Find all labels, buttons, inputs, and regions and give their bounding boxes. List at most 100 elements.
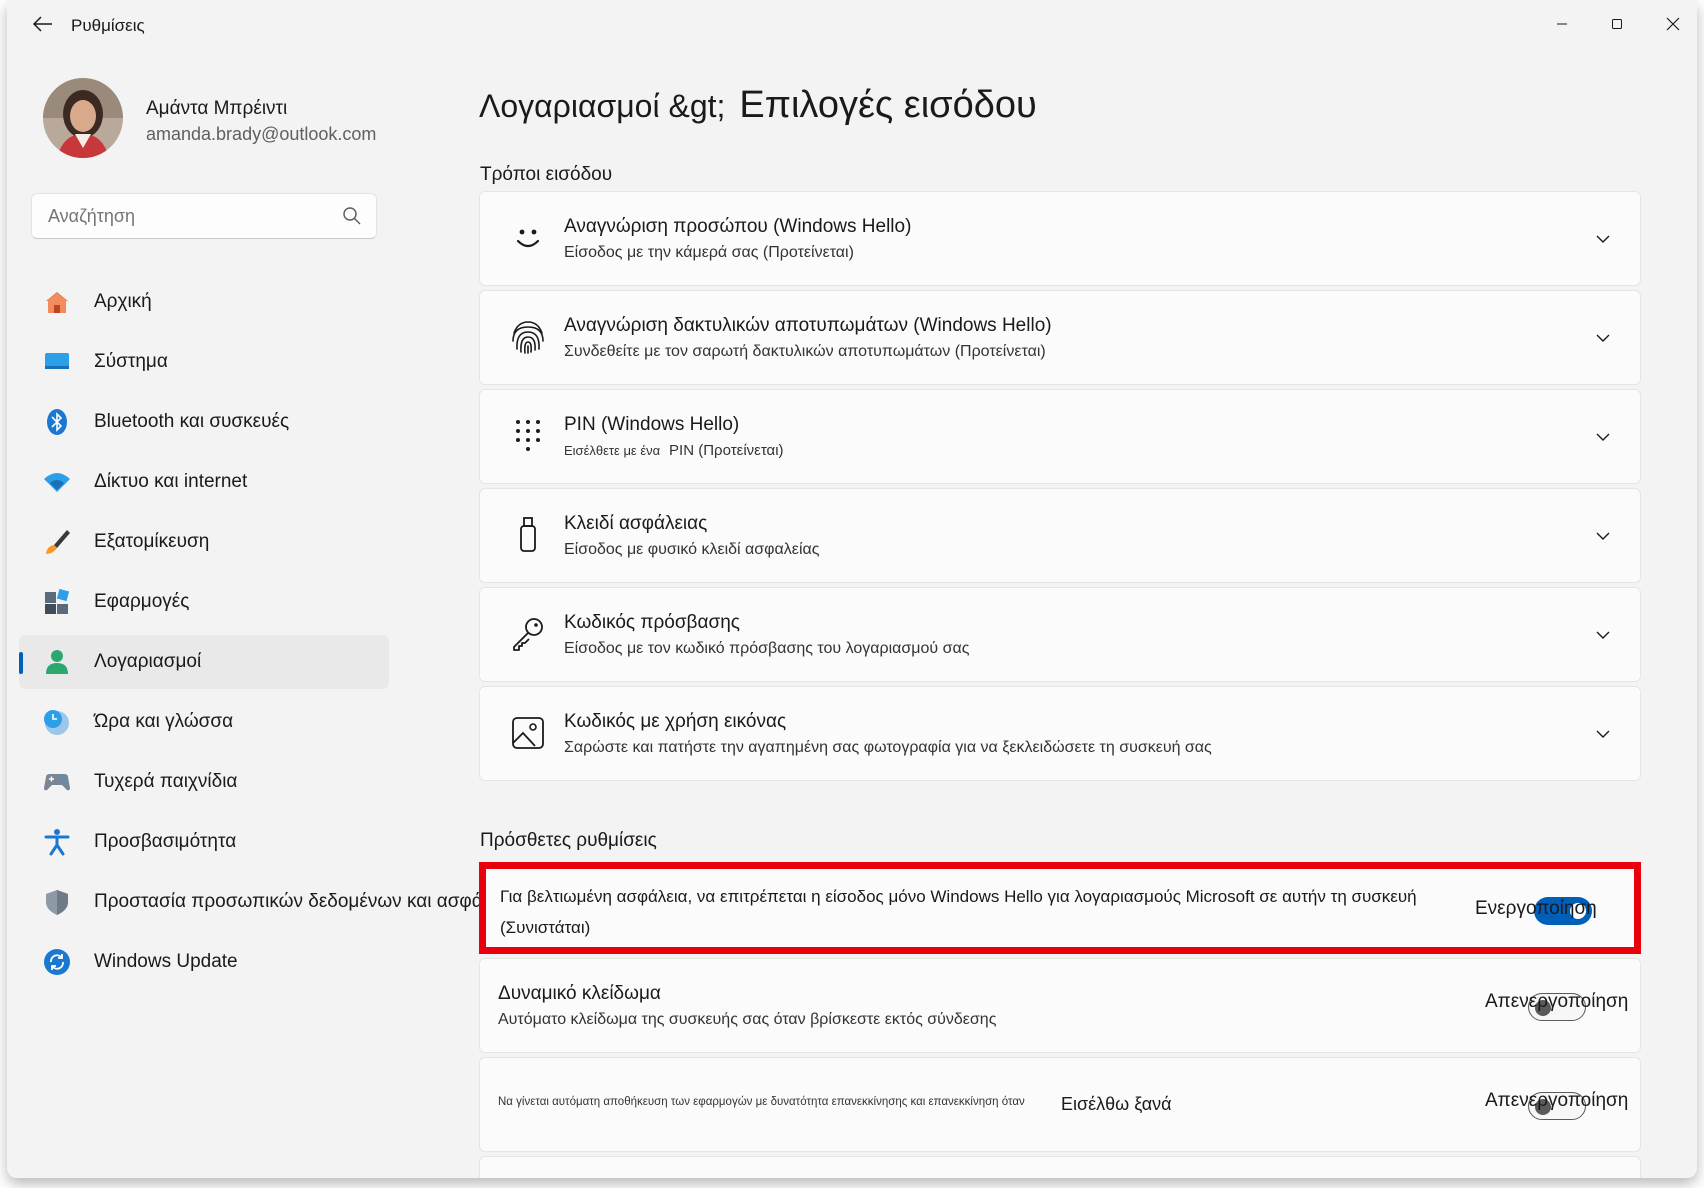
usb-key-icon: [520, 517, 536, 552]
option-subtitle-part1: Εισέλθετε με ένα: [564, 443, 661, 458]
chevron-down-icon[interactable]: [1594, 626, 1612, 644]
back-button[interactable]: [23, 8, 63, 40]
sign-in-option-security-key[interactable]: Κλειδί ασφάλειας Είσοδος με φυσικό κλειδ…: [479, 488, 1641, 583]
sidebar-item-label: Δίκτυο και internet: [94, 471, 248, 492]
ways-to-sign-in-heading: Τρόποι εισόδου: [480, 164, 613, 185]
option-subtitle: Συνδεθείτε με τον σαρωτή δακτυλικών αποτ…: [564, 343, 1046, 360]
sidebar-item-privacy-security[interactable]: Προστασία προσωπικών δεδομένων και ασφάλ…: [19, 875, 516, 929]
pin-keypad-icon: [516, 420, 540, 451]
option-subtitle: Είσοδος με την κάμερά σας (Προτείνεται): [564, 244, 854, 261]
sidebar-item-label: Windows Update: [94, 951, 238, 972]
chevron-down-icon[interactable]: [1594, 329, 1612, 347]
chevron-down-icon[interactable]: [1594, 725, 1612, 743]
maximize-button[interactable]: [1592, 6, 1642, 42]
sidebar-item-label: Σύστημα: [94, 351, 168, 372]
restart-apps-setting[interactable]: Να γίνεται αυτόματη αποθήκευση των εφαρμ…: [479, 1057, 1641, 1152]
option-title: Κωδικός πρόσβασης: [564, 612, 740, 633]
hello-only-text: Για βελτιωμένη ασφάλεια, να επιτρέπεται …: [500, 887, 1417, 937]
avatar: [43, 78, 123, 158]
brush-icon: [46, 530, 70, 554]
option-subtitle: Σαρώστε και πατήστε την αγαπημένη σας φω…: [564, 739, 1212, 756]
restart-apps-toggle-label: Απενεργοποίηση: [1485, 1090, 1629, 1111]
sidebar-nav: Αρχική Σύστημα Bluetooth και συσκευές Δί…: [19, 275, 516, 995]
search-input[interactable]: [48, 206, 328, 227]
sidebar-item-label: Αρχική: [94, 291, 152, 312]
bluetooth-icon: [47, 409, 67, 435]
dynamic-lock-title: Δυναμικό κλείδωμα: [498, 983, 661, 1004]
search-box[interactable]: [31, 193, 377, 239]
sidebar-item-label: Προστασία προσωπικών δεδομένων και ασφάλ…: [94, 891, 516, 912]
sidebar-item-network[interactable]: Δίκτυο και internet: [19, 455, 389, 509]
breadcrumb-parent-link[interactable]: Λογαριασμοί &gt;: [479, 88, 725, 124]
sign-in-option-password[interactable]: Κωδικός πρόσβασης Είσοδος με τον κωδικό …: [479, 587, 1641, 682]
option-subtitle: Είσοδος με τον κωδικό πρόσβασης του λογα…: [564, 640, 970, 657]
profile-name: Αμάντα Μπρέιντι: [146, 98, 288, 119]
option-title: Αναγνώριση δακτυλικών αποτυπωμάτων (Wind…: [564, 315, 1052, 336]
option-title: Κλειδί ασφάλειας: [564, 513, 708, 534]
maximize-icon: [1612, 19, 1622, 29]
close-button[interactable]: [1648, 6, 1697, 42]
option-subtitle: Εισέλθετε με ένα PIN (Προτείνεται): [564, 442, 784, 460]
next-setting-card[interactable]: [479, 1156, 1641, 1178]
sidebar-item-label: Εφαρμογές: [94, 591, 190, 612]
sign-in-option-face[interactable]: Αναγνώριση προσώπου (Windows Hello) Είσο…: [479, 191, 1641, 286]
option-title: Αναγνώριση προσώπου (Windows Hello): [564, 216, 912, 237]
sidebar-item-personalization[interactable]: Εξατομίκευση: [19, 515, 389, 569]
chevron-down-icon[interactable]: [1594, 428, 1612, 446]
back-arrow-icon: [33, 16, 52, 32]
wifi-icon: [44, 473, 70, 492]
key-icon: [513, 618, 543, 651]
close-icon: [1666, 17, 1680, 31]
hello-only-setting: Για βελτιωμένη ασφάλεια, να επιτρέπεται …: [479, 862, 1641, 954]
sidebar-item-label: Λογαριασμοί: [94, 651, 202, 672]
fingerprint-icon: [512, 321, 544, 354]
breadcrumb: Λογαριασμοί &gt; Επιλογές εισόδου: [479, 84, 1037, 127]
sidebar-item-label: Τυχερά παιχνίδια: [94, 771, 238, 792]
gamepad-icon: [44, 774, 70, 791]
app-title: Ρυθμίσεις: [71, 16, 145, 35]
option-subtitle-part2: PIN (Προτείνεται): [669, 442, 784, 459]
sidebar-item-label: Εξατομίκευση: [94, 531, 210, 552]
user-profile[interactable]: Αμάντα Μπρέιντι amanda.brady@outlook.com: [43, 78, 463, 158]
sidebar-item-label: Προσβασιμότητα: [94, 831, 237, 852]
system-icon: [45, 353, 69, 369]
sidebar-item-windows-update[interactable]: Windows Update: [19, 935, 389, 989]
restart-apps-text-part2: Εισέλθω ξανά: [1061, 1094, 1172, 1114]
sign-in-option-pin[interactable]: PIN (Windows Hello) Εισέλθετε με ένα PIN…: [479, 389, 1641, 484]
minimize-icon: [1557, 23, 1567, 25]
sidebar-item-bluetooth[interactable]: Bluetooth και συσκευές: [19, 395, 389, 449]
chevron-down-icon[interactable]: [1594, 230, 1612, 248]
sign-in-option-picture-password[interactable]: Κωδικός με χρήση εικόνας Σαρώστε και πατ…: [479, 686, 1641, 781]
sidebar-item-accounts[interactable]: Λογαριασμοί: [19, 635, 389, 689]
home-icon: [46, 292, 68, 313]
hello-only-toggle-label: Ενεργοποίηση: [1475, 898, 1597, 919]
time-language-icon: [44, 710, 69, 735]
apps-icon: [45, 588, 70, 614]
minimize-button[interactable]: [1537, 6, 1587, 42]
title-bar: Ρυθμίσεις: [7, 0, 1697, 48]
sidebar-item-time-language[interactable]: Ώρα και γλώσσα: [19, 695, 389, 749]
option-title: PIN (Windows Hello): [564, 414, 740, 435]
search-icon[interactable]: [342, 206, 362, 226]
sign-in-option-fingerprint[interactable]: Αναγνώριση δακτυλικών αποτυπωμάτων (Wind…: [479, 290, 1641, 385]
shield-icon: [46, 890, 68, 915]
settings-window: Ρυθμίσεις Αμάντα Μπρέιντι amanda.brady@o…: [7, 0, 1697, 1178]
dynamic-lock-toggle-label: Απενεργοποίηση: [1485, 991, 1629, 1012]
page-title: Επιλογές εισόδου: [739, 84, 1037, 126]
accessibility-icon: [44, 829, 70, 856]
restart-apps-text: Να γίνεται αυτόματη αποθήκευση των εφαρμ…: [498, 1096, 1025, 1108]
option-subtitle: Είσοδος με φυσικό κλειδί ασφαλείας: [564, 541, 820, 558]
picture-icon: [512, 717, 544, 749]
profile-email: amanda.brady@outlook.com: [146, 124, 377, 144]
update-icon: [44, 949, 70, 975]
additional-settings-heading: Πρόσθετες ρυθμίσεις: [480, 830, 657, 851]
face-icon: [516, 229, 540, 248]
sidebar-item-gaming[interactable]: Τυχερά παιχνίδια: [19, 755, 389, 809]
sidebar-item-home[interactable]: Αρχική: [19, 275, 389, 329]
sidebar-item-accessibility[interactable]: Προσβασιμότητα: [19, 815, 389, 869]
chevron-down-icon[interactable]: [1594, 527, 1612, 545]
dynamic-lock-setting[interactable]: Δυναμικό κλείδωμα Αυτόματο κλείδωμα της …: [479, 958, 1641, 1053]
sidebar-item-apps[interactable]: Εφαρμογές: [19, 575, 389, 629]
sidebar-item-label: Ώρα και γλώσσα: [94, 711, 234, 732]
sidebar-item-system[interactable]: Σύστημα: [19, 335, 389, 389]
